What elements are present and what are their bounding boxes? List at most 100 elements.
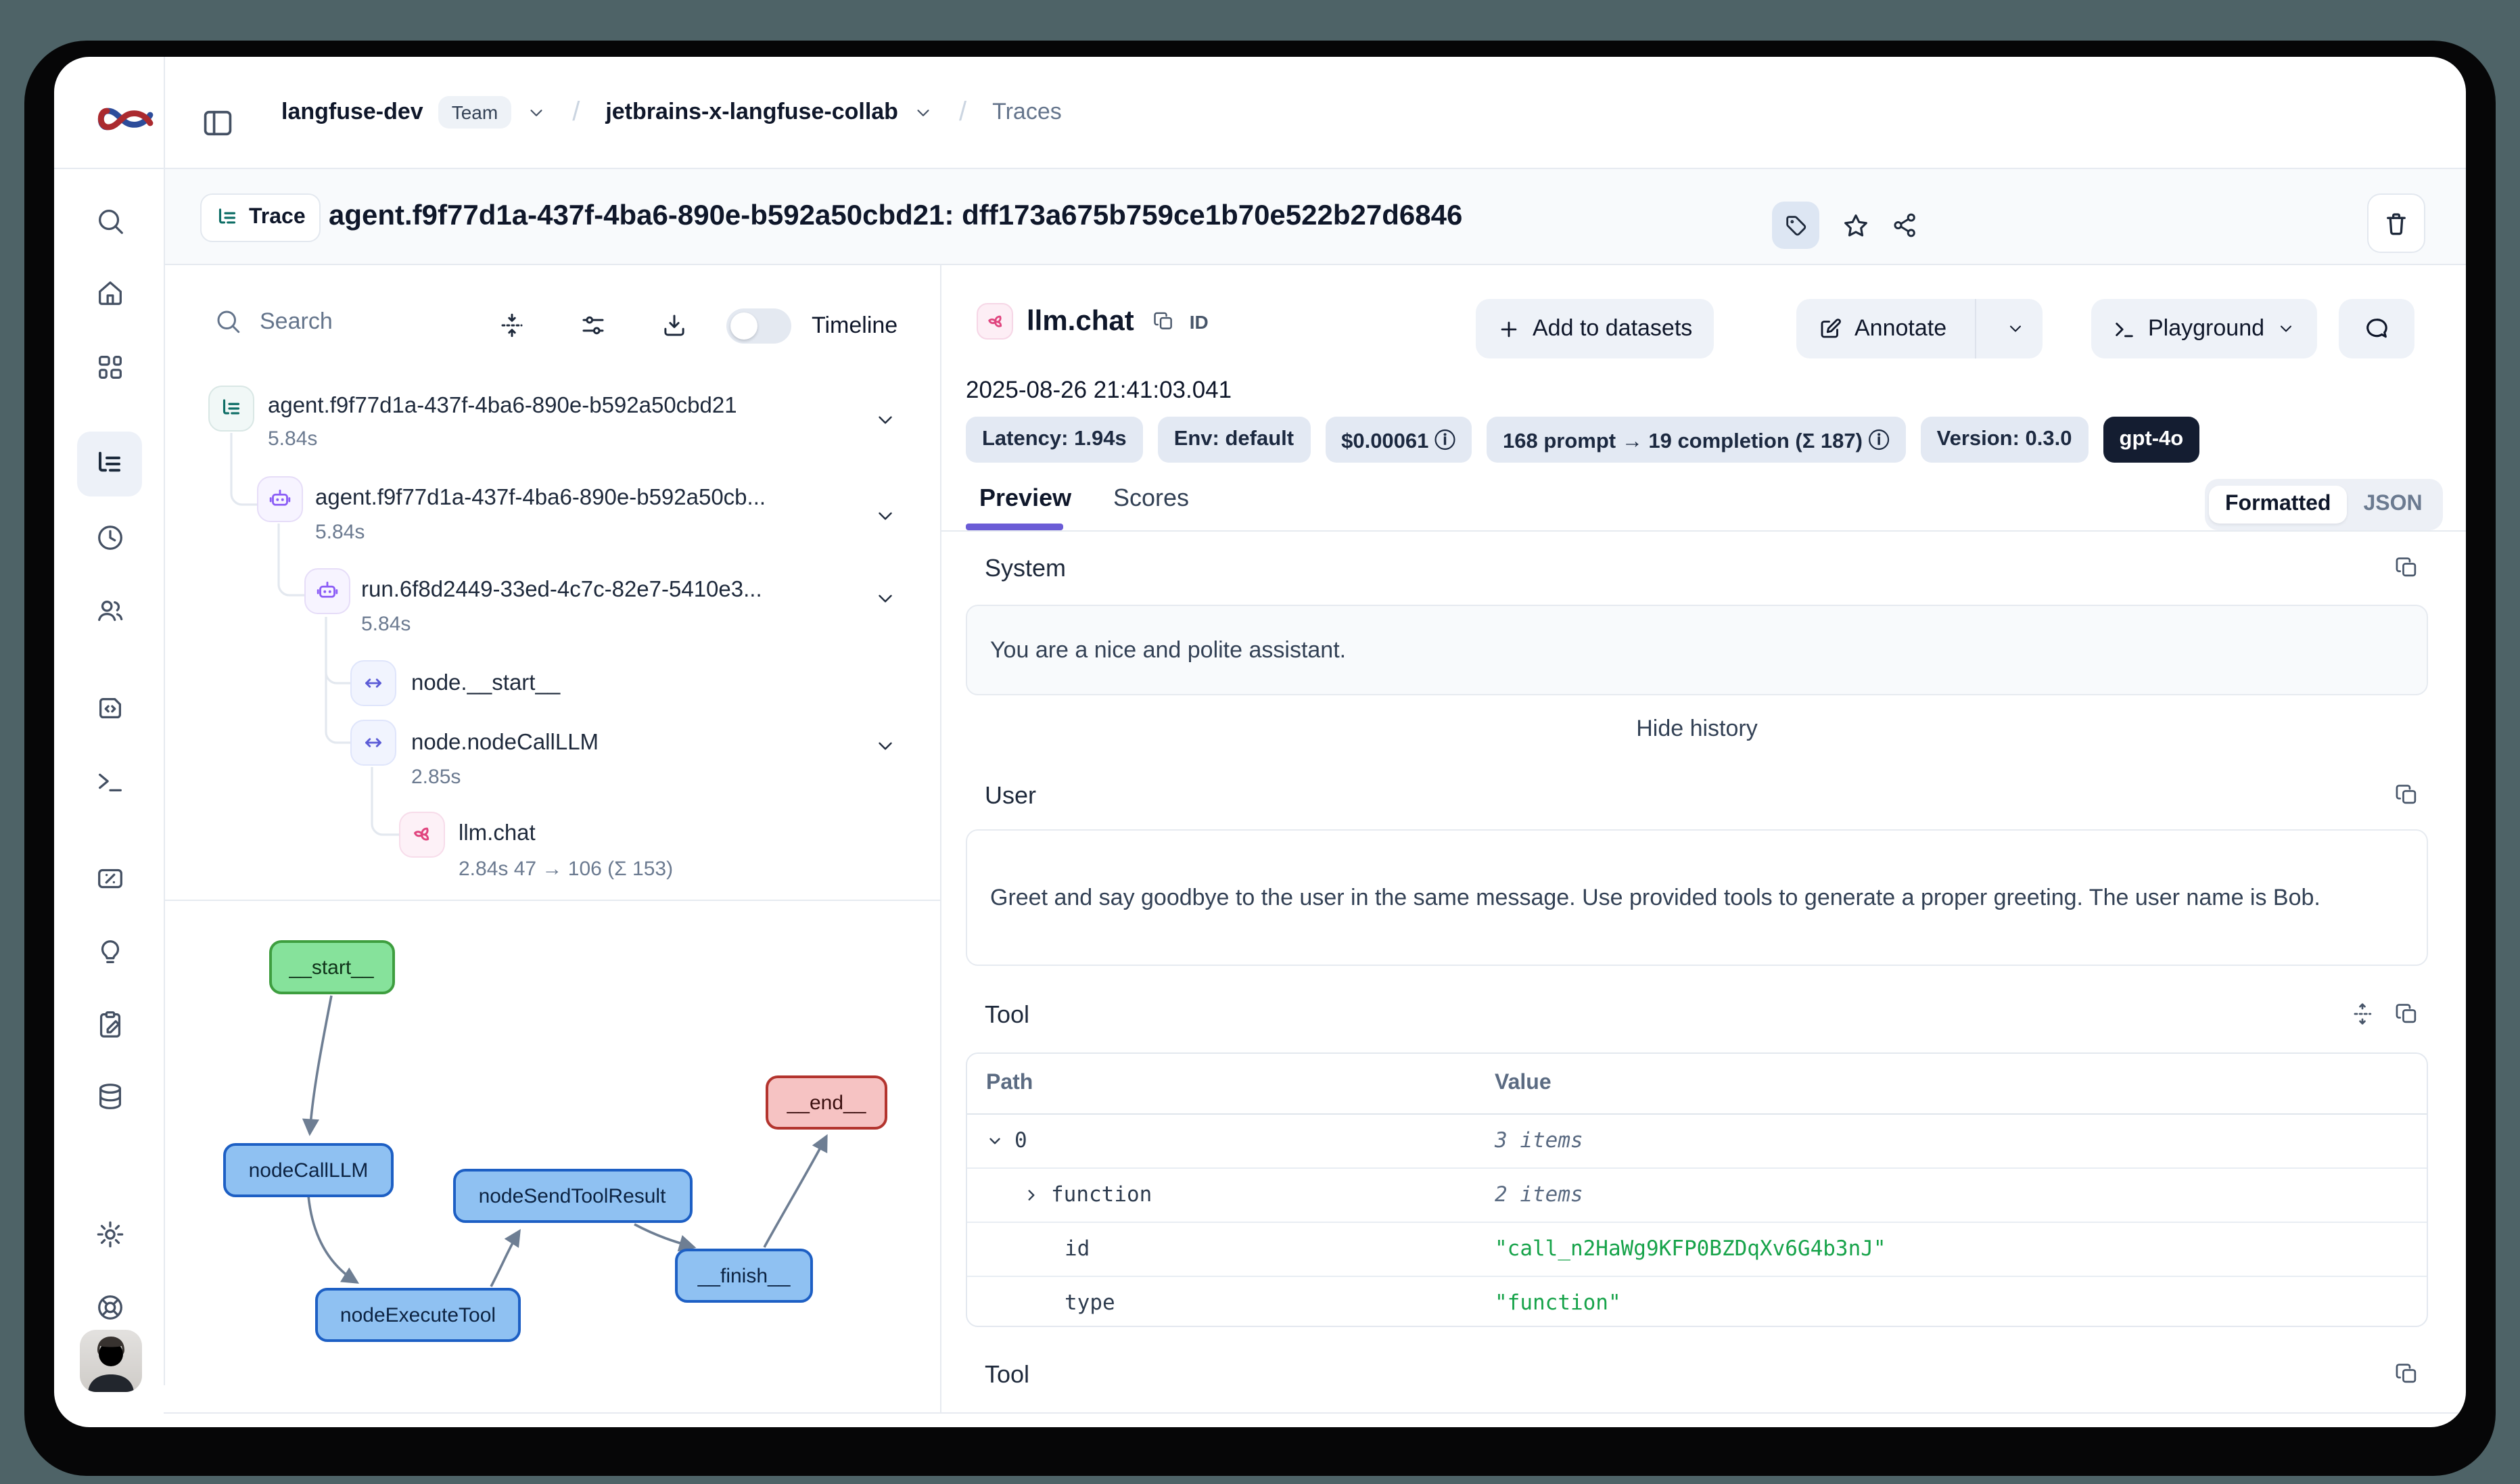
share-button[interactable] bbox=[1882, 202, 1929, 249]
chevron-down-icon[interactable] bbox=[913, 102, 933, 122]
delete-trace-button[interactable] bbox=[2367, 193, 2425, 253]
chevron-down-icon[interactable] bbox=[874, 587, 897, 610]
breadcrumb-project[interactable]: jetbrains-x-langfuse-collab bbox=[605, 99, 898, 126]
sidebar-item-traces[interactable] bbox=[77, 432, 142, 496]
observation-header: llm.chat ID bbox=[977, 303, 1209, 340]
observation-badges: Latency: 1.94s Env: default $0.00061 ⓘ 1… bbox=[966, 417, 2199, 463]
sidebar-item-users[interactable] bbox=[83, 583, 137, 637]
playground-button[interactable]: Playground bbox=[2091, 299, 2317, 358]
sidebar-item-support[interactable] bbox=[83, 1280, 137, 1334]
format-toggle-formatted[interactable]: Formatted bbox=[2209, 486, 2347, 524]
panel-left-icon bbox=[200, 106, 235, 141]
span-arrows-icon bbox=[361, 731, 386, 755]
tag-icon bbox=[1782, 212, 1809, 239]
table-row[interactable]: id "call_n2HaWg9KFP0BZDqXv6G4b3nJ" bbox=[967, 1222, 2427, 1277]
star-button[interactable] bbox=[1831, 202, 1879, 249]
sidebar-item-settings[interactable] bbox=[83, 1207, 137, 1261]
graph-node-finish[interactable]: __finish__ bbox=[676, 1250, 812, 1301]
copy-icon[interactable] bbox=[1153, 310, 1176, 333]
trash-icon bbox=[2382, 209, 2410, 237]
span-arrows-icon bbox=[361, 671, 386, 695]
table-row[interactable]: function 2 items bbox=[967, 1167, 2427, 1223]
playground-label: Playground bbox=[2148, 315, 2264, 342]
chevron-right-icon[interactable] bbox=[1023, 1186, 1040, 1203]
copy-icon[interactable] bbox=[2394, 1361, 2420, 1387]
format-toggle-json[interactable]: JSON bbox=[2347, 486, 2438, 524]
tree-row-label[interactable]: node.__start__ bbox=[411, 671, 560, 697]
hide-history-button[interactable]: Hide history bbox=[966, 716, 2428, 743]
user-message-box: Greet and say goodbye to the user in the… bbox=[966, 829, 2428, 966]
langfuse-logo bbox=[95, 95, 157, 143]
chevron-down-icon[interactable] bbox=[874, 409, 897, 432]
sidebar-item-annotation[interactable] bbox=[83, 997, 137, 1051]
sidebar-item-dashboards[interactable] bbox=[83, 340, 137, 394]
home-icon bbox=[94, 277, 125, 308]
app-window: langfuse-dev Team / jetbrains-x-langfuse… bbox=[54, 57, 2466, 1427]
breadcrumb-page[interactable]: Traces bbox=[992, 99, 1062, 126]
add-to-datasets-label: Add to datasets bbox=[1533, 315, 1692, 342]
table-row[interactable]: type "function" bbox=[967, 1276, 2427, 1328]
version-badge: Version: 0.3.0 bbox=[1921, 417, 2089, 463]
lifebuoy-icon bbox=[94, 1291, 125, 1322]
graph-node-start[interactable]: __start__ bbox=[271, 942, 394, 993]
sidebar-item-sessions[interactable] bbox=[83, 510, 137, 564]
sidebar-item-scores[interactable] bbox=[83, 851, 137, 905]
annotate-dropdown[interactable] bbox=[1988, 299, 2043, 358]
sidebar-item-prompts[interactable] bbox=[83, 680, 137, 735]
tokens-badge[interactable]: 168 prompt → 19 completion (Σ 187) ⓘ bbox=[1487, 417, 1906, 463]
tree-row-label[interactable]: node.nodeCallLLM bbox=[411, 731, 599, 756]
graph-node-nodeCallLLM[interactable]: nodeCallLLM bbox=[225, 1144, 392, 1196]
format-toggle: Formatted JSON bbox=[2205, 479, 2443, 530]
sidebar-item-search[interactable] bbox=[83, 193, 137, 248]
graph-node-label: nodeExecuteTool bbox=[340, 1304, 496, 1326]
tag-button[interactable] bbox=[1772, 202, 1819, 249]
agent-type-icon bbox=[257, 476, 303, 522]
annotate-split-divider bbox=[1975, 299, 1976, 358]
percent-card-icon bbox=[94, 862, 125, 894]
chevron-down-icon[interactable] bbox=[986, 1132, 1004, 1149]
tree-row-label[interactable]: agent.f9f77d1a-437f-4ba6-890e-b592a50cb.… bbox=[315, 486, 766, 511]
system-message-text: You are a nice and polite assistant. bbox=[990, 629, 1346, 671]
comment-button[interactable] bbox=[2339, 299, 2414, 358]
add-to-datasets-button[interactable]: Add to datasets bbox=[1476, 299, 1714, 358]
sidebar-item-datasets[interactable] bbox=[83, 1069, 137, 1123]
graph-node-end[interactable]: __end__ bbox=[767, 1077, 886, 1128]
chevron-down-icon[interactable] bbox=[874, 505, 897, 528]
table-header-row: Path Value bbox=[967, 1054, 2427, 1115]
chevron-down-icon[interactable] bbox=[526, 102, 546, 122]
model-badge[interactable]: gpt-4o bbox=[2103, 417, 2200, 463]
generation-swirl-icon bbox=[410, 822, 434, 847]
sidebar-item-home[interactable] bbox=[83, 265, 137, 319]
chevron-down-icon[interactable] bbox=[874, 735, 897, 758]
annotate-button[interactable]: Annotate bbox=[1796, 299, 2043, 358]
breadcrumb-org[interactable]: langfuse-dev bbox=[281, 99, 423, 126]
avatar[interactable] bbox=[80, 1330, 142, 1392]
graph-node-nodeExecuteTool[interactable]: nodeExecuteTool bbox=[317, 1289, 519, 1341]
agent-graph[interactable]: __start__ nodeCallLLM nodeSendToolResult… bbox=[164, 900, 940, 1412]
trace-icon bbox=[219, 396, 243, 421]
search-icon bbox=[94, 205, 125, 236]
system-heading: System bbox=[985, 555, 1066, 583]
terminal-icon bbox=[2113, 317, 2136, 340]
tree-row-label[interactable]: agent.f9f77d1a-437f-4ba6-890e-b592a50cbd… bbox=[268, 394, 737, 419]
graph-node-nodeSendToolResult[interactable]: nodeSendToolResult bbox=[454, 1170, 691, 1222]
copy-icon[interactable] bbox=[2394, 782, 2420, 808]
observation-timestamp: 2025-08-26 21:41:03.041 bbox=[966, 376, 1232, 404]
table-row[interactable]: 0 3 items bbox=[967, 1113, 2427, 1169]
users-icon bbox=[94, 595, 125, 626]
cost-badge[interactable]: $0.00061 ⓘ bbox=[1325, 417, 1472, 463]
copy-icon[interactable] bbox=[2394, 555, 2420, 580]
tree-row-meta: 2.84s 47 → 106 (Σ 153) bbox=[459, 858, 673, 881]
tree-row-label[interactable]: run.6f8d2449-33ed-4c7c-82e7-5410e3... bbox=[361, 578, 762, 603]
tab-preview[interactable]: Preview bbox=[979, 484, 1071, 513]
database-icon bbox=[94, 1080, 125, 1111]
tab-scores[interactable]: Scores bbox=[1113, 484, 1189, 513]
robot-icon bbox=[268, 487, 292, 511]
sidebar-item-playground[interactable] bbox=[83, 753, 137, 808]
trace-title: agent.f9f77d1a-437f-4ba6-890e-b592a50cbd… bbox=[329, 200, 1462, 233]
copy-icon[interactable] bbox=[2394, 1001, 2420, 1027]
sidebar-toggle-button[interactable] bbox=[196, 101, 239, 145]
tree-row-label[interactable]: llm.chat bbox=[459, 821, 536, 847]
sidebar-item-evaluation[interactable] bbox=[83, 924, 137, 978]
expand-rows-icon[interactable] bbox=[2350, 1001, 2375, 1027]
